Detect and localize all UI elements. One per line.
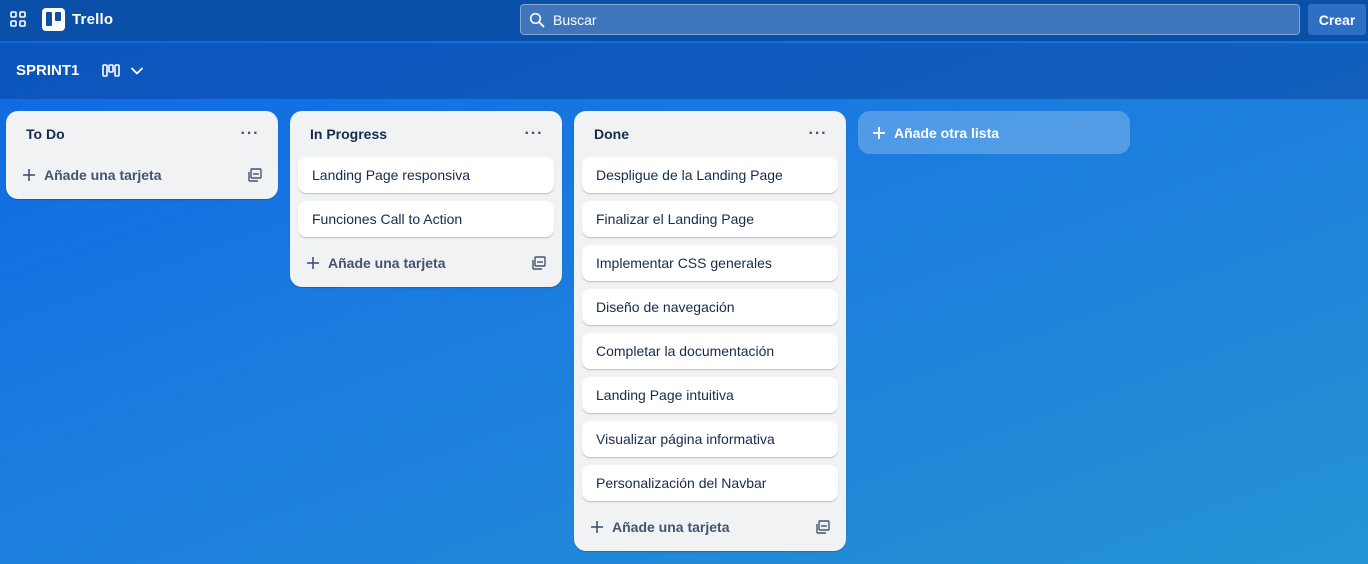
more-horizontal-icon[interactable]: ··· [806, 122, 830, 146]
card-template-button[interactable] [532, 256, 546, 270]
list-title[interactable]: Done [594, 126, 629, 142]
apps-grid-icon [10, 11, 26, 27]
list-done: Done ··· Despligue de la Landing Page Fi… [574, 111, 846, 551]
card-template-button[interactable] [248, 168, 262, 182]
card-template-icon [816, 520, 830, 534]
card[interactable]: Implementar CSS generales [582, 245, 838, 281]
card[interactable]: Landing Page responsiva [298, 157, 554, 193]
add-card-button[interactable]: Añade una tarjeta [22, 167, 161, 183]
add-card-row: Añade una tarjeta [582, 509, 838, 551]
board-view-icon [102, 64, 120, 77]
card[interactable]: Funciones Call to Action [298, 201, 554, 237]
board-title[interactable]: SPRINT1 [16, 62, 79, 79]
list-to-do: To Do ··· Añade una tarjeta [6, 111, 278, 199]
apps-switcher-button[interactable] [6, 7, 30, 31]
add-card-row: Añade una tarjeta [298, 245, 554, 287]
list-title[interactable]: In Progress [310, 126, 387, 142]
card[interactable]: Despligue de la Landing Page [582, 157, 838, 193]
create-button[interactable]: Crear [1308, 4, 1366, 35]
card[interactable]: Finalizar el Landing Page [582, 201, 838, 237]
list-header: In Progress ··· [298, 111, 554, 157]
board-view-switcher[interactable] [102, 61, 144, 81]
chevron-down-icon [131, 67, 143, 75]
list-in-progress: In Progress ··· Landing Page responsiva … [290, 111, 562, 287]
add-card-row: Añade una tarjeta [14, 157, 270, 199]
list-title[interactable]: To Do [26, 126, 65, 142]
search-icon [529, 12, 545, 27]
plus-icon [307, 257, 319, 269]
add-list-button[interactable]: Añade otra lista [858, 111, 1130, 154]
add-card-label: Añade una tarjeta [44, 167, 162, 183]
top-navigation-bar: Trello Buscar Crear [0, 0, 1368, 42]
add-card-button[interactable]: Añade una tarjeta [590, 519, 729, 535]
add-list-label: Añade otra lista [894, 124, 1000, 141]
list-header: Done ··· [582, 111, 838, 157]
plus-icon [873, 126, 885, 139]
plus-icon [23, 169, 35, 181]
add-card-button[interactable]: Añade una tarjeta [306, 255, 445, 271]
plus-icon [591, 521, 603, 533]
card-template-button[interactable] [816, 520, 830, 534]
card[interactable]: Diseño de navegación [582, 289, 838, 325]
card[interactable]: Completar la documentación [582, 333, 838, 369]
more-horizontal-icon[interactable]: ··· [238, 122, 262, 146]
add-card-label: Añade una tarjeta [612, 519, 730, 535]
trello-logo-icon [42, 7, 65, 31]
card[interactable]: Landing Page intuitiva [582, 377, 838, 413]
search-placeholder: Buscar [553, 11, 597, 28]
more-horizontal-icon[interactable]: ··· [522, 122, 546, 146]
card[interactable]: Personalización del Navbar [582, 465, 838, 501]
search-input[interactable]: Buscar [520, 4, 1300, 35]
board-header: SPRINT1 [0, 43, 1368, 99]
add-card-label: Añade una tarjeta [328, 255, 446, 271]
card[interactable]: Visualizar página informativa [582, 421, 838, 457]
trello-home-link[interactable]: Trello [42, 7, 113, 31]
card-template-icon [532, 256, 546, 270]
card-template-icon [248, 168, 262, 182]
app-name: Trello [72, 10, 114, 28]
list-header: To Do ··· [14, 111, 270, 157]
